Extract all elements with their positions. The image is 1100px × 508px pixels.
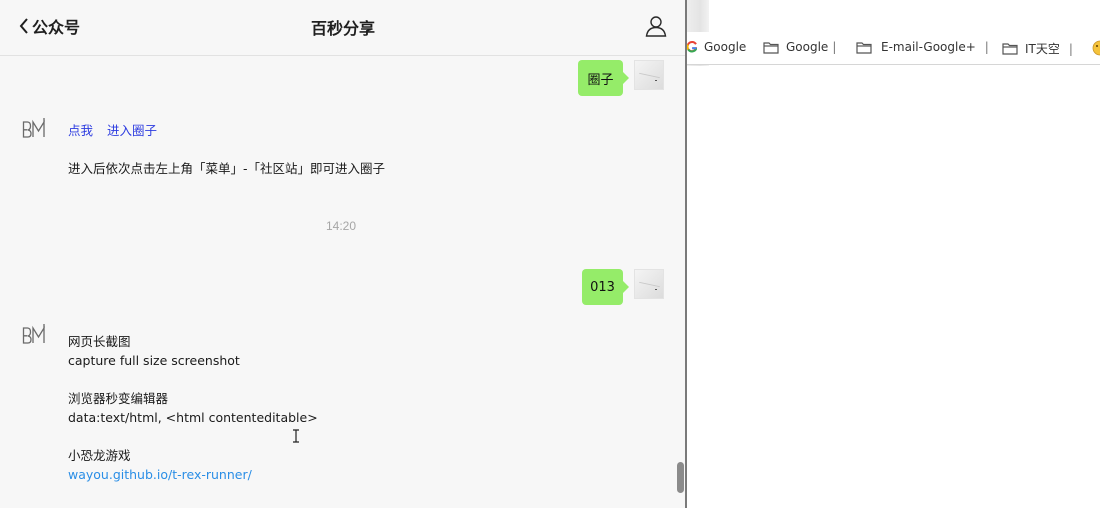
browser-page-content	[687, 66, 1100, 508]
outgoing-message-bubble[interactable]: 013	[582, 269, 629, 305]
outgoing-message-text: 013	[590, 279, 615, 295]
bookmark-separator: |	[984, 40, 989, 54]
bookmarks-bar: Google Google | E-mail-Google+ | IT天空 |	[687, 32, 1100, 65]
message-link-dino-url[interactable]: wayou.github.io/t-rex-runner/	[68, 465, 252, 484]
chat-scrollbar-thumb[interactable]	[677, 462, 684, 493]
folder-icon	[1002, 43, 1018, 55]
instruction-text: 进入后依次点击左上角「菜单」-「社区站」即可进入圈子	[68, 161, 386, 176]
outgoing-message-bubble[interactable]: 圈子	[578, 60, 629, 96]
link-me[interactable]: 点我	[68, 123, 93, 138]
chat-title: 百秒分享	[310, 19, 375, 38]
message-line-screenshot-title: 网页长截图	[68, 334, 131, 349]
profile-icon[interactable]	[644, 14, 668, 38]
chat-panel: 公众号 百秒分享 圈子 点我 进入圈子 进入后依次点击左上角「菜单」-「社区站」…	[0, 0, 686, 508]
bookmark-separator: |	[1068, 41, 1073, 56]
bookmark-separator: |	[832, 40, 837, 54]
bookmark-folder-email-google[interactable]: E-mail-Google+ |	[856, 40, 989, 54]
folder-icon	[763, 41, 779, 54]
link-enter-circle[interactable]: 进入圈子	[107, 123, 157, 138]
bookmark-label: IT天空	[1025, 42, 1060, 56]
bookmark-folder-google[interactable]: Google |	[763, 40, 836, 54]
message-line-dino-title: 小恐龙游戏	[68, 448, 131, 463]
message-timestamp: 14:20	[325, 219, 357, 233]
incoming-message: 点我 进入圈子	[68, 121, 157, 140]
text-cursor-icon	[293, 429, 299, 443]
chat-header: 公众号 百秒分享	[0, 0, 686, 56]
google-icon	[687, 41, 697, 53]
message-line-screenshot-desc: capture full size screenshot	[68, 353, 240, 368]
self-avatar[interactable]	[634, 269, 664, 299]
emoji-bookmark-icon[interactable]	[1092, 40, 1100, 56]
outgoing-message-text: 圈子	[587, 72, 614, 88]
bookmark-label: Google	[786, 40, 829, 54]
self-avatar[interactable]	[634, 60, 664, 90]
message-line-editor-code: data:text/html, <html contenteditable>	[68, 410, 318, 425]
bookmark-google[interactable]: Google	[687, 40, 746, 54]
folder-icon	[856, 41, 872, 54]
bm-logo-avatar[interactable]	[22, 118, 46, 140]
bookmark-label: E-mail-Google+	[881, 40, 976, 54]
bm-logo-avatar[interactable]	[22, 324, 46, 346]
bookmark-label: Google	[704, 40, 747, 54]
bookmark-folder-it-sky[interactable]: IT天空 |	[1002, 40, 1073, 57]
message-line-editor-title: 浏览器秒变编辑器	[68, 391, 169, 406]
